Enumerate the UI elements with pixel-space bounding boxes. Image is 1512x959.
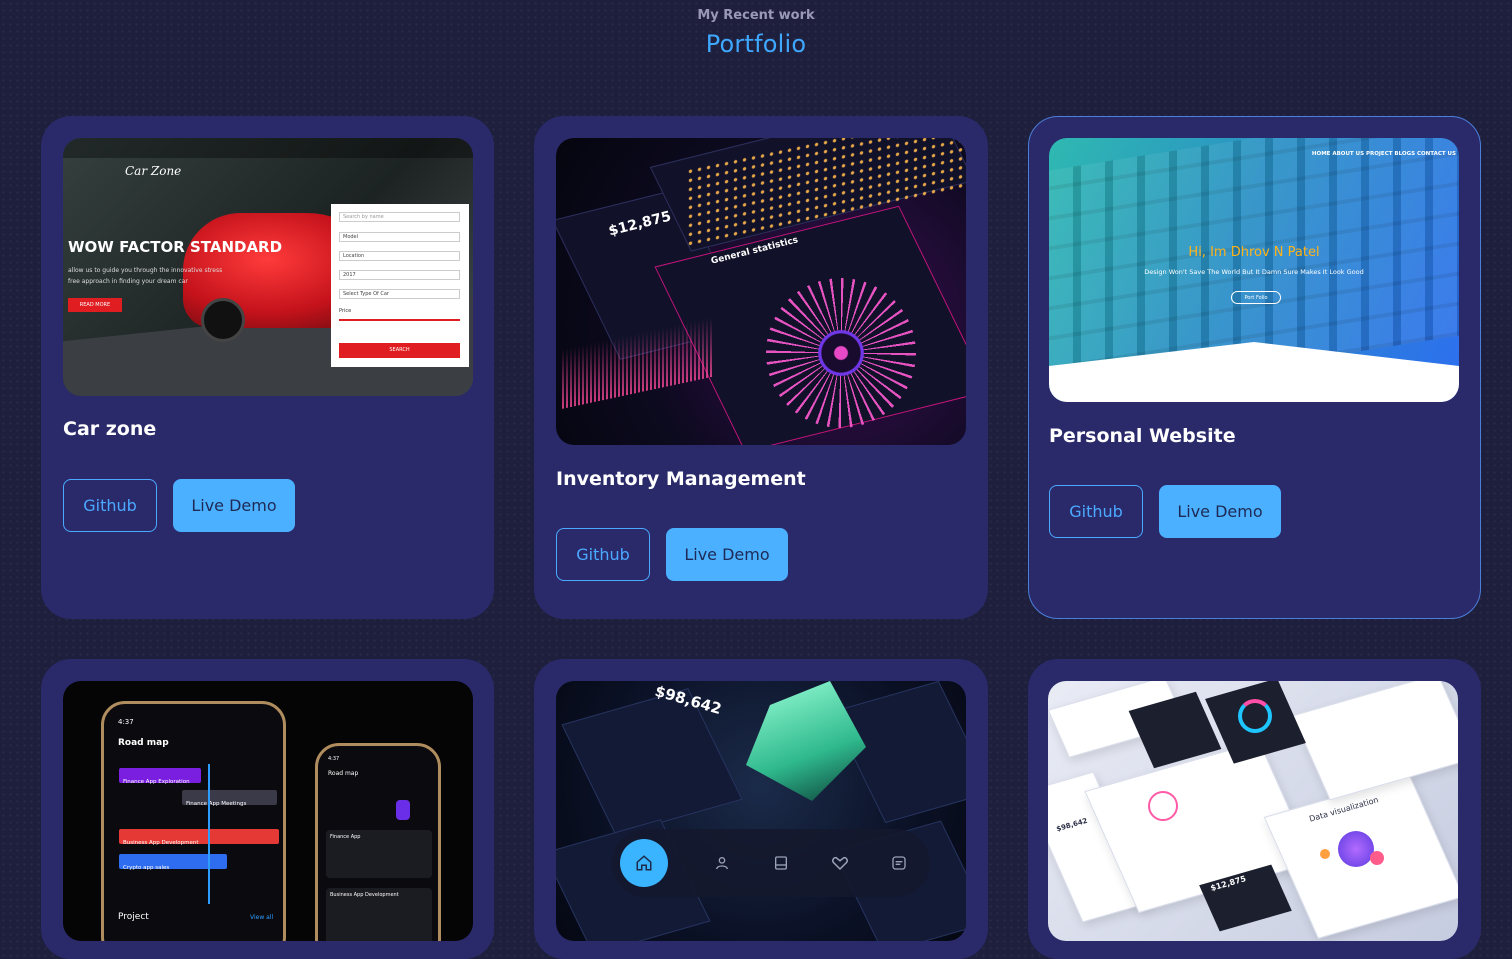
document-icon	[775, 856, 787, 870]
nav-profile-button[interactable]	[702, 843, 742, 883]
project-card-personal-website: HOME ABOUT US PROJECT BLOGS CONTACT US H…	[1028, 116, 1481, 619]
preview-field: Model	[339, 232, 460, 242]
project-preview-data-visualization: Data visualization $12,875 $98,642	[1048, 681, 1458, 941]
task-bar: Crypto app sales	[119, 854, 227, 871]
home-icon	[636, 855, 652, 871]
message-icon	[892, 856, 906, 870]
task-bar: Business App Development	[119, 829, 279, 846]
preview-read-more: READ MORE	[68, 298, 122, 312]
preview-panel	[1292, 681, 1458, 801]
live-demo-button[interactable]: Live Demo	[666, 528, 788, 581]
bottom-nav	[612, 829, 930, 897]
live-demo-button[interactable]: Live Demo	[173, 479, 295, 532]
preview-field: 2017	[339, 270, 460, 280]
preview-field: Select Type Of Car	[339, 289, 460, 299]
preview-tagline: Design Won't Save The World But It Damn …	[1144, 268, 1364, 276]
project-card-car-zone: Car Zone WOW FACTOR STANDARD allow us to…	[41, 116, 494, 619]
task-bar: Finance App Meetings	[182, 790, 277, 807]
nav-services-button[interactable]	[820, 843, 860, 883]
section-title: Portfolio	[705, 30, 807, 58]
project-title: Car zone	[63, 418, 157, 440]
view-all-link: View all	[250, 914, 274, 921]
preview-price-label: Price	[339, 308, 352, 314]
task-bar: Finance App Exploration	[119, 768, 201, 785]
task-card: Finance App	[326, 830, 432, 878]
preview-field: Location	[339, 251, 460, 261]
github-button[interactable]: Github	[63, 479, 157, 532]
preview-price-slider	[339, 319, 460, 321]
project-preview-personal-website: HOME ABOUT US PROJECT BLOGS CONTACT US H…	[1049, 138, 1459, 402]
project-card-inventory-management: $12,875 General statistics Inventory Man…	[534, 116, 988, 619]
project-title: Inventory Management	[556, 468, 806, 490]
project-preview-car-zone: Car Zone WOW FACTOR STANDARD allow us to…	[63, 138, 473, 396]
timeline-marker	[208, 764, 210, 904]
project-preview-inventory: $12,875 General statistics	[556, 138, 966, 445]
calendar-selected-day	[396, 800, 410, 820]
project-preview-road-map: 4:37 Road map Finance App Exploration Fi…	[63, 681, 473, 941]
car-wheel	[201, 298, 245, 342]
preview-tagline: allow us to guide you through the innova…	[68, 267, 223, 285]
nav-contact-button[interactable]	[879, 843, 919, 883]
project-title: Personal Website	[1049, 425, 1236, 447]
preview-network-chart	[1148, 791, 1178, 821]
phone-screen-title: Road map	[328, 770, 359, 777]
phone-mockup-large: 4:37 Road map Finance App Exploration Fi…	[101, 701, 286, 941]
phone-mockup-small: 4:37 Road map Finance App Business App D…	[315, 743, 441, 941]
preview-name: Hi, Im Dhrov N Patel	[1188, 245, 1320, 260]
preview-nav: HOME ABOUT US PROJECT BLOGS CONTACT US	[1311, 151, 1456, 157]
preview-field: Search by name	[339, 212, 460, 222]
project-card-road-map: 4:37 Road map Finance App Exploration Fi…	[41, 659, 494, 959]
preview-portfolio-button: Port Folio	[1231, 291, 1281, 304]
github-button[interactable]: Github	[556, 528, 650, 581]
preview-bubble-chart	[1320, 849, 1330, 859]
github-button[interactable]: Github	[1049, 485, 1143, 538]
preview-headline: WOW FACTOR STANDARD	[68, 238, 283, 256]
task-card: Business App Development	[326, 888, 432, 941]
preview-topbar	[63, 138, 473, 158]
user-icon	[716, 857, 728, 870]
project-preview-dashboard: $98,642	[556, 681, 966, 941]
preview-read-more-label: READ MORE	[79, 302, 111, 308]
preview-bubble-chart	[1338, 831, 1374, 867]
live-demo-button[interactable]: Live Demo	[1159, 485, 1281, 538]
preview-logo: Car Zone	[125, 164, 182, 178]
phone-time: 4:37	[118, 718, 134, 726]
handshake-icon	[832, 856, 848, 871]
preview-search-form: Search by name Model Location 2017 Selec…	[331, 204, 469, 367]
phone-time: 4:37	[328, 756, 340, 762]
preview-bubble-chart	[1370, 851, 1384, 865]
project-card-data-visualization: Data visualization $12,875 $98,642	[1028, 659, 1481, 959]
preview-search-button: SEARCH	[339, 343, 460, 358]
nav-home-button[interactable]	[620, 839, 668, 887]
preview-3d-chart	[746, 681, 866, 801]
project-card-dashboard: $98,642	[534, 659, 988, 959]
preview-radial-chart	[766, 278, 916, 428]
nav-resume-button[interactable]	[761, 843, 801, 883]
phone-screen-title: Road map	[118, 738, 169, 748]
phone-footer-title: Project	[118, 912, 149, 922]
section-subtitle: My Recent work	[697, 8, 815, 23]
preview-ring-chart	[1238, 699, 1272, 733]
